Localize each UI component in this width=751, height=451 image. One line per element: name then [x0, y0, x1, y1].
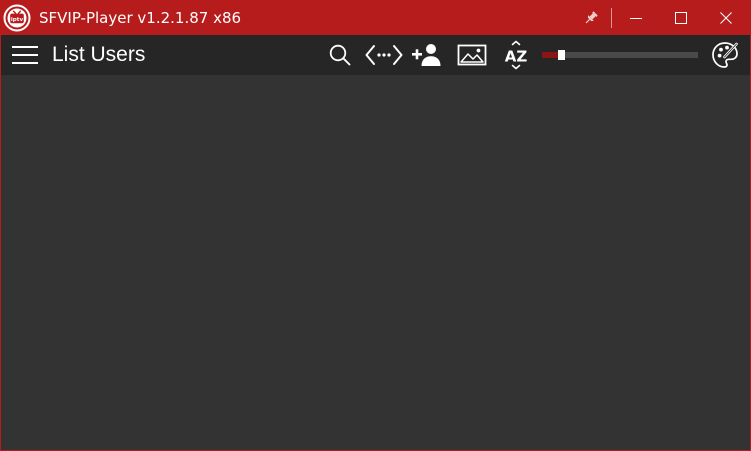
- palette-icon: [712, 42, 738, 68]
- close-icon: [720, 12, 732, 24]
- title-bar[interactable]: iptv SFVIP-Player v1.2.1.87 x86: [1, 1, 750, 35]
- page-title: List Users: [52, 43, 146, 66]
- sort-az-label: AZ: [505, 48, 528, 66]
- toolbar: List Users AZ: [1, 35, 750, 75]
- image-button[interactable]: [454, 35, 490, 75]
- maximize-icon: [675, 12, 687, 24]
- close-button[interactable]: [704, 1, 748, 35]
- slider-thumb[interactable]: [558, 50, 565, 60]
- menu-button[interactable]: [7, 35, 43, 75]
- pin-icon: [585, 11, 598, 24]
- maximize-button[interactable]: [659, 1, 703, 35]
- search-button[interactable]: [323, 35, 357, 75]
- sort-az-button[interactable]: AZ: [498, 35, 534, 75]
- minimize-button[interactable]: [614, 1, 658, 35]
- theme-button[interactable]: [708, 35, 742, 75]
- app-logo-text: iptv: [11, 17, 24, 23]
- add-user-icon: [412, 44, 441, 66]
- menu-icon: [12, 46, 38, 64]
- window-title: SFVIP-Player v1.2.1.87 x86: [39, 9, 242, 27]
- search-icon: [329, 44, 351, 66]
- add-user-button[interactable]: [409, 35, 445, 75]
- slider-track[interactable]: [542, 52, 698, 58]
- pin-button[interactable]: [569, 1, 613, 35]
- user-list-area[interactable]: [1, 75, 750, 450]
- minimize-icon: [630, 18, 642, 19]
- title-separator: [611, 8, 612, 28]
- code-arrows-icon: [365, 45, 403, 65]
- app-logo-icon: iptv: [3, 4, 31, 32]
- size-slider[interactable]: [542, 50, 698, 60]
- app-window: iptv SFVIP-Player v1.2.1.87 x86 List Use…: [0, 0, 751, 451]
- slider-fill: [542, 52, 558, 58]
- image-icon: [457, 44, 487, 66]
- sort-az-icon: AZ: [505, 40, 528, 70]
- code-arrows-button[interactable]: [363, 35, 405, 75]
